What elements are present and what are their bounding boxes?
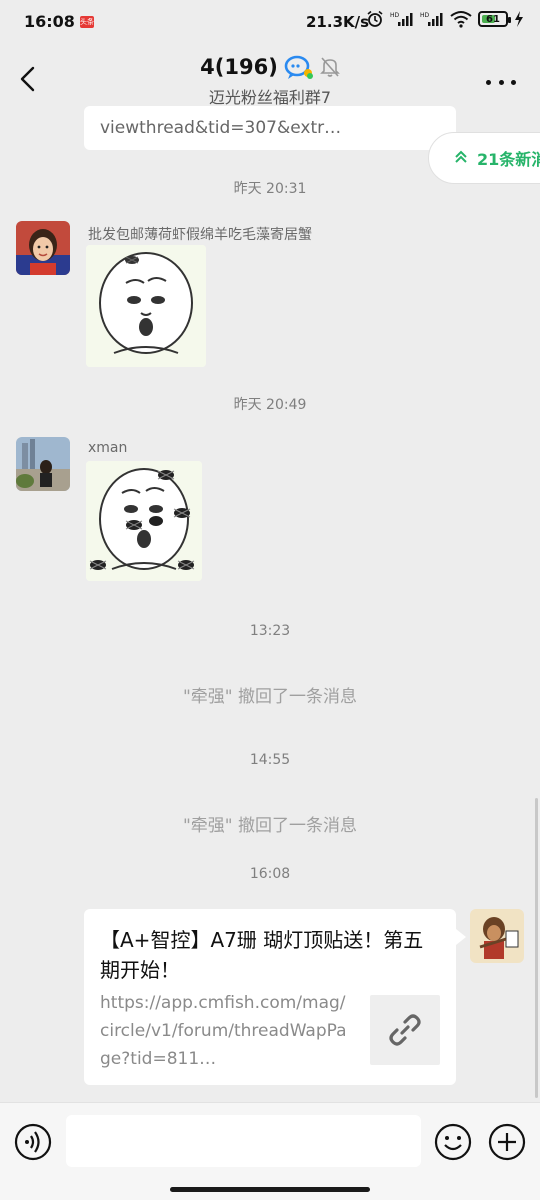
more-icon-dot: [486, 79, 491, 85]
mute-bell-icon: [319, 57, 340, 77]
status-time: 16:08: [24, 12, 75, 31]
chat-input-bar: [0, 1102, 540, 1200]
voice-button[interactable]: [14, 1123, 52, 1161]
more-actions-button[interactable]: [488, 1123, 526, 1161]
chat-subtitle: 迈光粉丝福利群7: [208, 88, 332, 107]
sticker-message[interactable]: [86, 461, 202, 581]
battery-indicator: 61: [478, 11, 511, 27]
chat-scrollbar[interactable]: [535, 798, 538, 1098]
notification-badge: 头条: [80, 16, 94, 28]
timestamp: 昨天 20:31: [233, 181, 307, 197]
chat-message-list[interactable]: viewthread&tid=307&extr… 21条新消息 昨天 20:31…: [0, 106, 540, 1102]
sender-name: xman: [88, 440, 128, 456]
alarm-icon: [367, 10, 383, 27]
chat-title[interactable]: 4(196): [200, 55, 278, 79]
link-message-partial[interactable]: viewthread&tid=307&extr…: [84, 106, 456, 150]
sticker-message[interactable]: [86, 245, 206, 367]
link-card-url: https://app.cmfish.com/mag/circle/v1/for…: [100, 993, 347, 1069]
emoji-button[interactable]: [434, 1123, 472, 1161]
plus-icon: [488, 1123, 526, 1161]
avatar[interactable]: [16, 437, 70, 491]
recall-system-message: "牵强" 撤回了一条消息: [182, 687, 358, 707]
title-row: 4(196): [0, 54, 540, 80]
network-speed: 21.3K/s: [306, 13, 370, 31]
timestamp: 昨天 20:49: [233, 397, 307, 413]
message-input[interactable]: [66, 1115, 421, 1167]
signal-hd-icon: HD: [390, 12, 413, 26]
wifi-icon: [450, 11, 472, 28]
chat-title-block: 4(196) 迈光粉丝福利群7: [0, 54, 540, 108]
home-indicator[interactable]: [170, 1187, 370, 1192]
new-messages-label: 21条新消息: [477, 150, 540, 169]
group-chat-icon: [284, 55, 313, 79]
new-messages-pill[interactable]: 21条新消息: [428, 132, 540, 184]
emoji-icon: [434, 1123, 472, 1161]
sender-name: 批发包邮薄荷虾假绵羊吃毛藻寄居蟹: [88, 227, 312, 243]
link-icon: [389, 1014, 421, 1046]
timestamp: 16:08: [249, 866, 291, 882]
link-card-title: 【A+智控】A7珊 瑚灯顶贴送！第五期开始！: [100, 928, 424, 982]
svg-text:HD: HD: [390, 12, 400, 19]
link-card-message[interactable]: 【A+智控】A7珊 瑚灯顶贴送！第五期开始！ https://app.cmfis…: [84, 909, 466, 1085]
partial-link-text: viewthread&tid=307&extr…: [100, 118, 342, 138]
voice-icon: [14, 1123, 52, 1161]
double-chevron-up-icon: [455, 150, 467, 167]
more-icon-dot: [498, 79, 504, 85]
chat-header: 4(196) 迈光粉丝福利群7: [0, 46, 540, 112]
my-avatar[interactable]: [470, 909, 524, 963]
timestamp: 14:55: [249, 752, 291, 768]
timestamp: 13:23: [249, 623, 291, 639]
more-icon-dot: [511, 79, 516, 85]
more-options-button[interactable]: [486, 72, 516, 92]
svg-text:HD: HD: [420, 12, 430, 19]
link-thumbnail: [370, 995, 440, 1065]
battery-level: 61: [486, 13, 500, 25]
status-bar: 16:08 头条 21.3K/s HD HD 61: [0, 0, 540, 46]
recall-system-message: "牵强" 撤回了一条消息: [182, 816, 358, 836]
signal-hd-icon-2: HD: [420, 12, 443, 26]
status-icons: HD HD 61: [366, 10, 524, 28]
wechat-group-chat-screen: 16:08 头条 21.3K/s HD HD 61 4(196) 迈光粉丝福利群…: [0, 0, 540, 1200]
avatar[interactable]: [16, 221, 70, 275]
charging-icon: [515, 11, 523, 27]
